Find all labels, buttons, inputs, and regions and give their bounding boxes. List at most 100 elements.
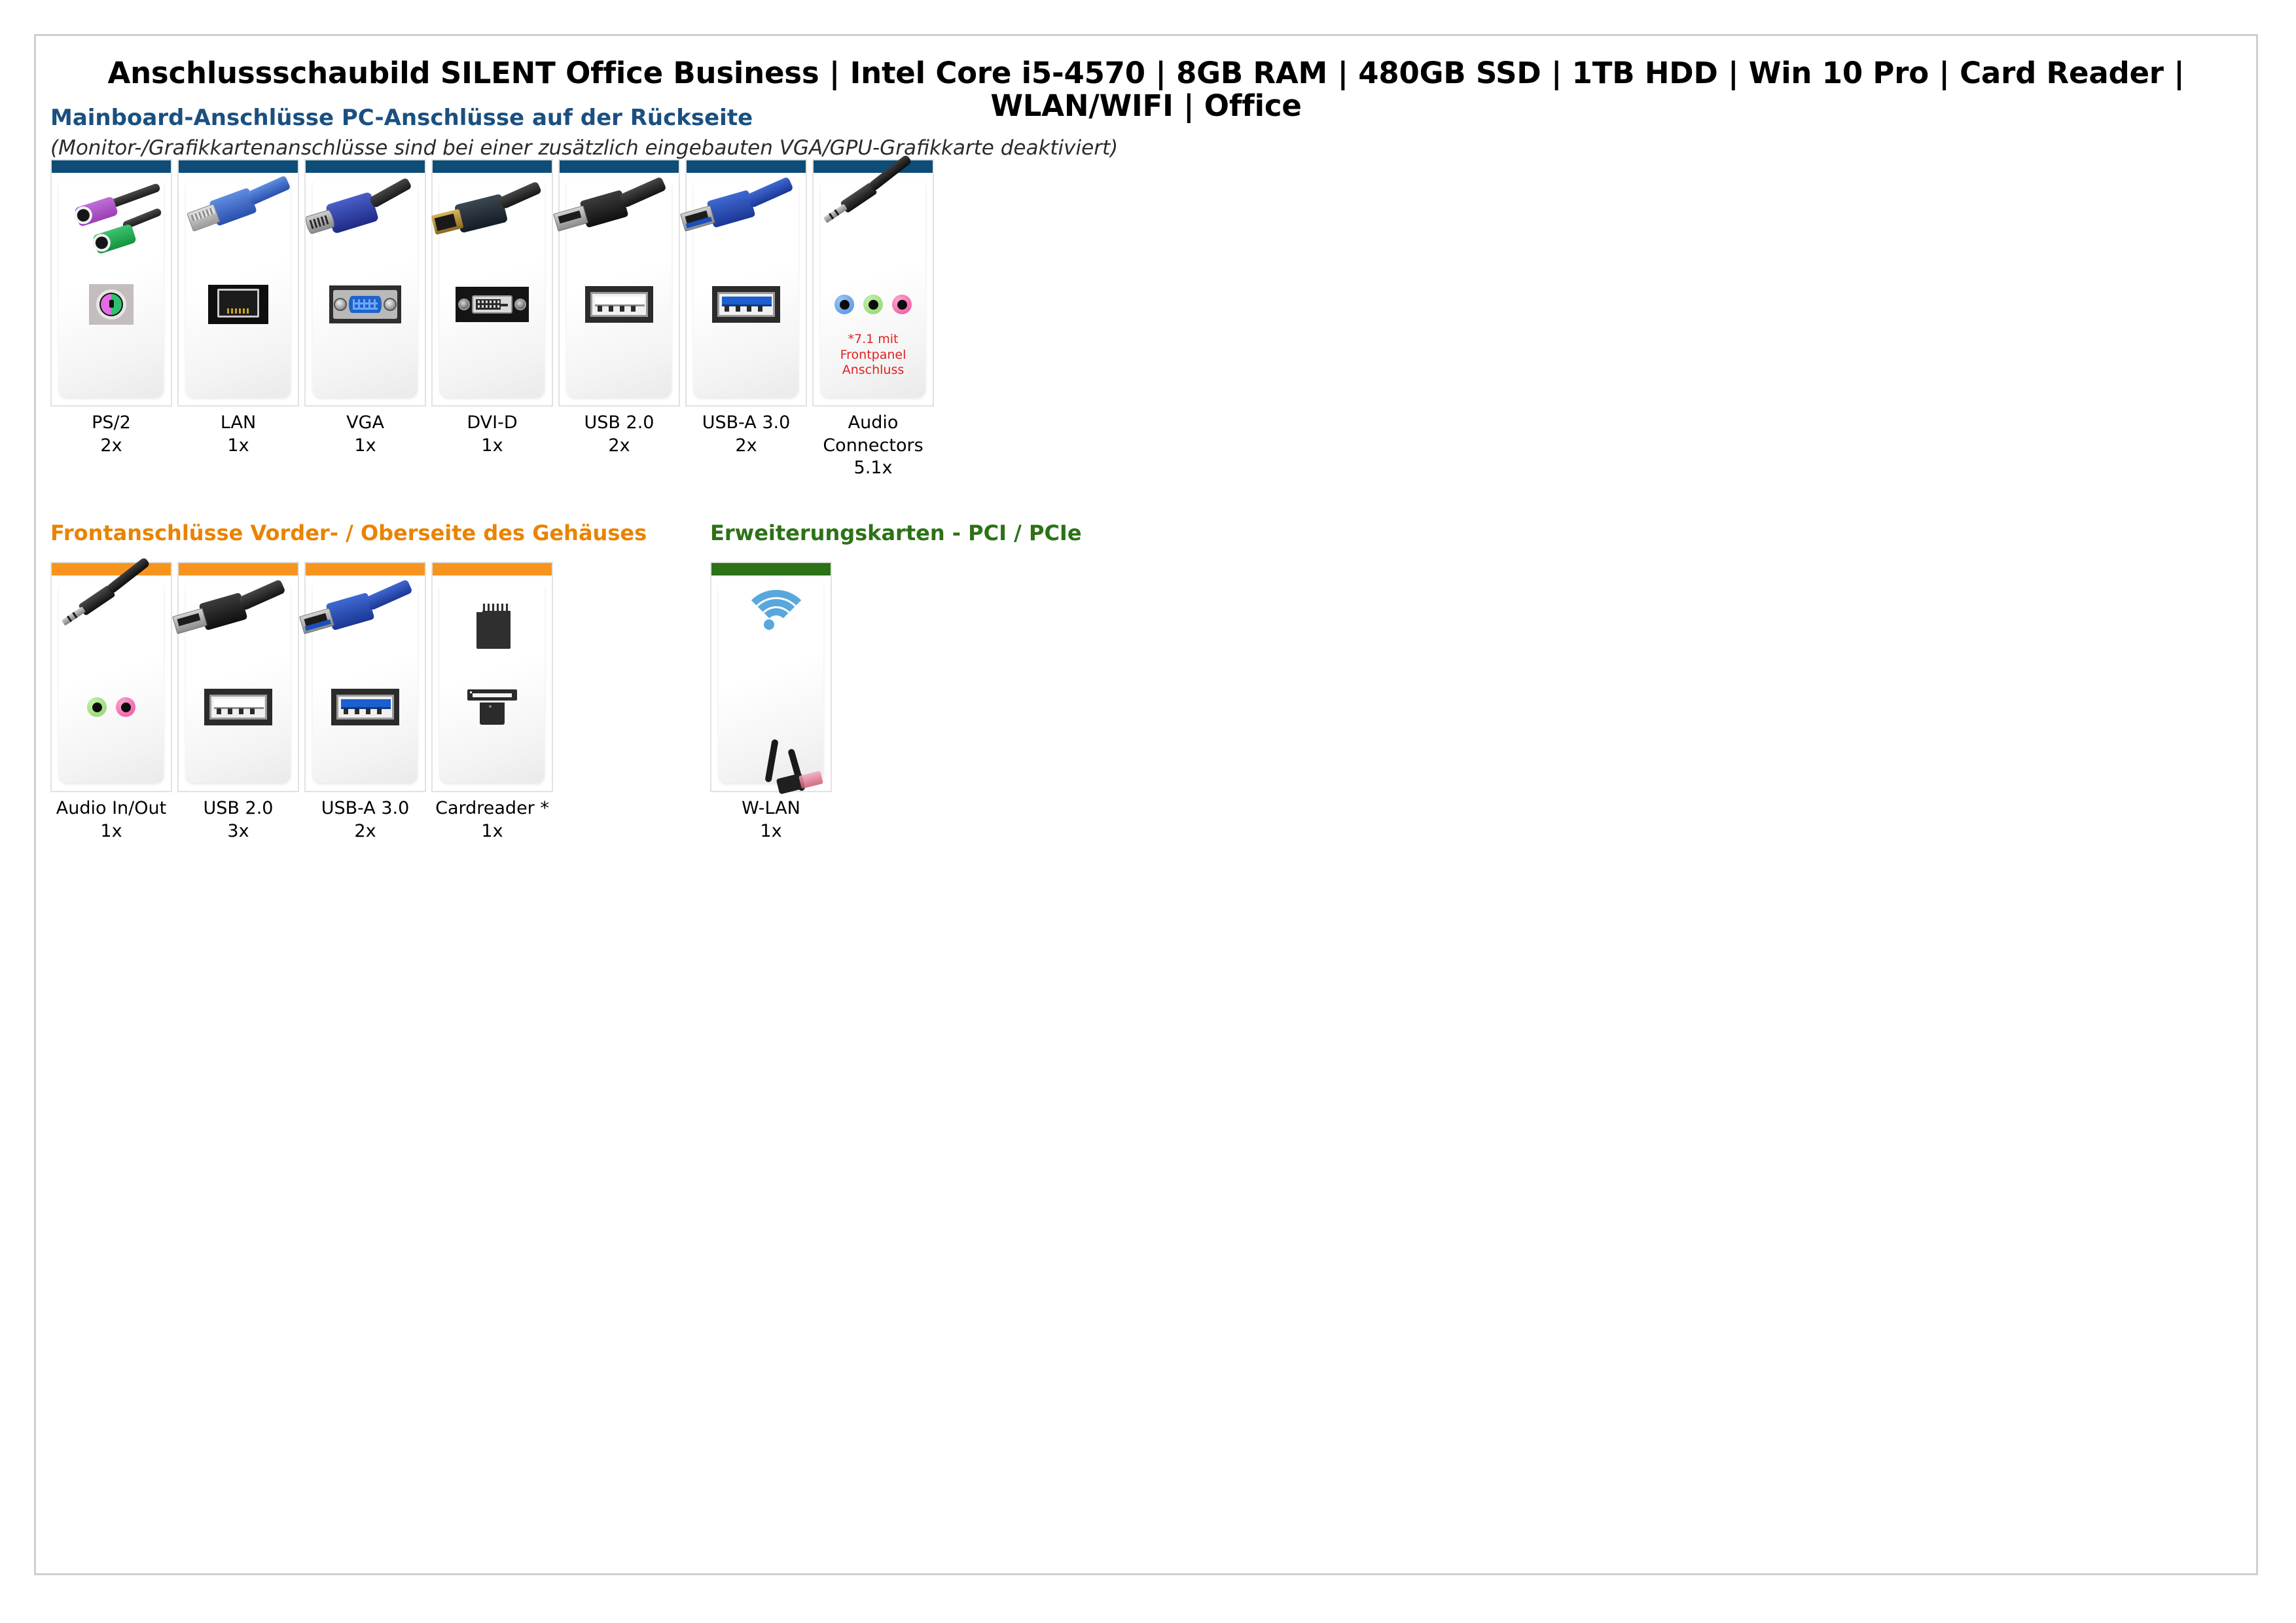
card-count-text: 2x xyxy=(100,435,122,456)
wifi-signal-icon xyxy=(719,581,823,679)
card-accent-bar xyxy=(52,160,171,173)
section-heading-rear: Mainboard-Anschlüsse PC-Anschlüsse auf d… xyxy=(50,105,753,131)
card-inner xyxy=(553,176,672,397)
audio-port-line-out-icon xyxy=(863,295,883,314)
card-inner xyxy=(680,176,798,397)
card-box xyxy=(431,562,553,792)
port-card-usb30-rear[interactable]: USB-A 3.0 2x xyxy=(680,159,807,457)
card-inner xyxy=(440,581,545,783)
port-card-lan[interactable]: LAN 1x xyxy=(177,159,299,457)
card-label: PS/2 2x xyxy=(46,412,177,457)
card-accent-bar xyxy=(711,563,831,575)
document-frame: Anschlussschaubild SILENT Office Busines… xyxy=(34,34,2258,1575)
card-accent-bar xyxy=(306,563,425,575)
port-card-audio-front[interactable]: Audio In/Out 1x xyxy=(50,556,172,843)
card-label: Audio In/Out 1x xyxy=(46,797,177,843)
card-label-text: LAN xyxy=(220,412,257,433)
port-card-cardreader[interactable]: Cardreader * 1x xyxy=(431,562,553,843)
card-accent-bar xyxy=(306,160,425,173)
port-card-vga[interactable]: VGA 1x xyxy=(304,159,426,457)
card-box xyxy=(553,159,680,407)
card-accent-bar xyxy=(433,563,552,575)
dvi-connector-icon xyxy=(431,178,545,276)
card-label-text: PS/2 xyxy=(92,412,131,433)
card-label-text: W-LAN xyxy=(742,798,800,818)
card-inner: *7.1 mit Frontpanel Anschluss xyxy=(821,154,925,397)
rj45-lan-icon xyxy=(186,175,291,276)
card-accent-bar xyxy=(52,563,171,575)
card-accent-bar xyxy=(179,160,298,173)
card-label-text: USB 2.0 xyxy=(203,798,274,818)
audio-note: *7.1 mit Frontpanel Anschluss xyxy=(840,332,906,377)
audio-ports-icon xyxy=(59,679,164,735)
card-label: USB 2.0 2x xyxy=(554,412,685,457)
audio-port-line-out-icon xyxy=(87,697,107,717)
port-card-usb20-rear[interactable]: USB 2.0 2x xyxy=(553,159,680,457)
port-card-ps2[interactable]: PS/2 2x xyxy=(50,159,172,457)
card-count-text: 1x xyxy=(227,435,249,456)
card-label-text: USB-A 3.0 xyxy=(702,412,791,433)
sd-card-icon xyxy=(440,581,545,679)
card-count-text: 2x xyxy=(735,435,757,456)
port-card-audio-rear[interactable]: *7.1 mit Frontpanel Anschluss Audio Conn… xyxy=(812,154,934,480)
port-card-usb30-front[interactable]: USB-A 3.0 2x xyxy=(299,562,426,843)
card-box xyxy=(50,159,172,407)
card-box xyxy=(177,159,299,407)
audio-ports-icon xyxy=(821,276,925,333)
usb-a-20-icon xyxy=(553,176,672,276)
card-label-text: VGA xyxy=(346,412,384,433)
card-box xyxy=(680,159,807,407)
card-inner xyxy=(719,581,823,795)
usb-socket-icon xyxy=(567,276,672,333)
card-box xyxy=(304,159,426,407)
card-label: USB 2.0 3x xyxy=(173,797,304,843)
ps2-socket-icon xyxy=(59,276,164,333)
card-label-text: Audio In/Out xyxy=(56,798,167,818)
card-inner xyxy=(59,556,164,783)
card-accent-bar xyxy=(687,160,806,173)
card-count-text: 1x xyxy=(760,820,782,841)
card-inner xyxy=(431,178,545,397)
vga-connector-icon xyxy=(304,177,418,276)
ps2-connector-icon xyxy=(59,178,164,276)
card-box: *7.1 mit Frontpanel Anschluss xyxy=(812,154,934,407)
card-label: USB-A 3.0 2x xyxy=(681,412,812,457)
card-box xyxy=(431,159,553,407)
card-inner xyxy=(299,579,418,783)
wifi-adapter-icon xyxy=(719,679,823,795)
card-count-text: 1x xyxy=(354,435,376,456)
card-inner xyxy=(186,175,291,397)
card-label: Audio Connectors 5.1x xyxy=(808,412,939,480)
port-card-dvi[interactable]: DVI-D 1x xyxy=(431,159,553,457)
dvi-socket-icon xyxy=(440,276,545,333)
card-count-text: 5.1x xyxy=(853,458,893,479)
audio-jack-icon xyxy=(821,154,925,276)
card-label: LAN 1x xyxy=(173,412,304,457)
front-ports-row: Audio In/Out 1x USB 2.0 3x USB-A 3.0 2x … xyxy=(50,556,558,843)
lan-socket-icon xyxy=(186,276,291,333)
section-subheading-rear: (Monitor-/Grafikkartenanschlüsse sind be… xyxy=(50,136,1119,160)
card-count-text: 3x xyxy=(227,820,249,841)
card-accent-bar xyxy=(560,160,679,173)
card-label: USB-A 3.0 2x xyxy=(300,797,431,843)
usb-a-30-icon xyxy=(680,176,798,276)
card-accent-bar xyxy=(179,563,298,575)
card-box xyxy=(50,556,172,792)
card-label-text: Cardreader * xyxy=(435,798,549,818)
audio-jack-icon xyxy=(59,556,164,679)
usb3-socket-icon xyxy=(694,276,798,333)
audio-port-mic-icon xyxy=(116,697,135,717)
card-label: Cardreader * 1x xyxy=(427,797,558,843)
sd-cardreader-icon xyxy=(440,679,545,735)
audio-port-line-in-icon xyxy=(834,295,854,314)
port-card-wlan[interactable]: W-LAN 1x xyxy=(710,562,832,843)
card-count-text: 1x xyxy=(481,820,503,841)
card-label: DVI-D 1x xyxy=(427,412,558,457)
vga-socket-icon xyxy=(313,276,418,333)
card-label-text: DVI-D xyxy=(467,412,518,433)
card-label-text: USB 2.0 xyxy=(584,412,655,433)
port-card-usb20-front[interactable]: USB 2.0 3x xyxy=(172,562,299,843)
card-count-text: 1x xyxy=(481,435,503,456)
usb-socket-icon xyxy=(186,679,291,735)
expansion-cards-row: W-LAN 1x xyxy=(710,562,837,843)
